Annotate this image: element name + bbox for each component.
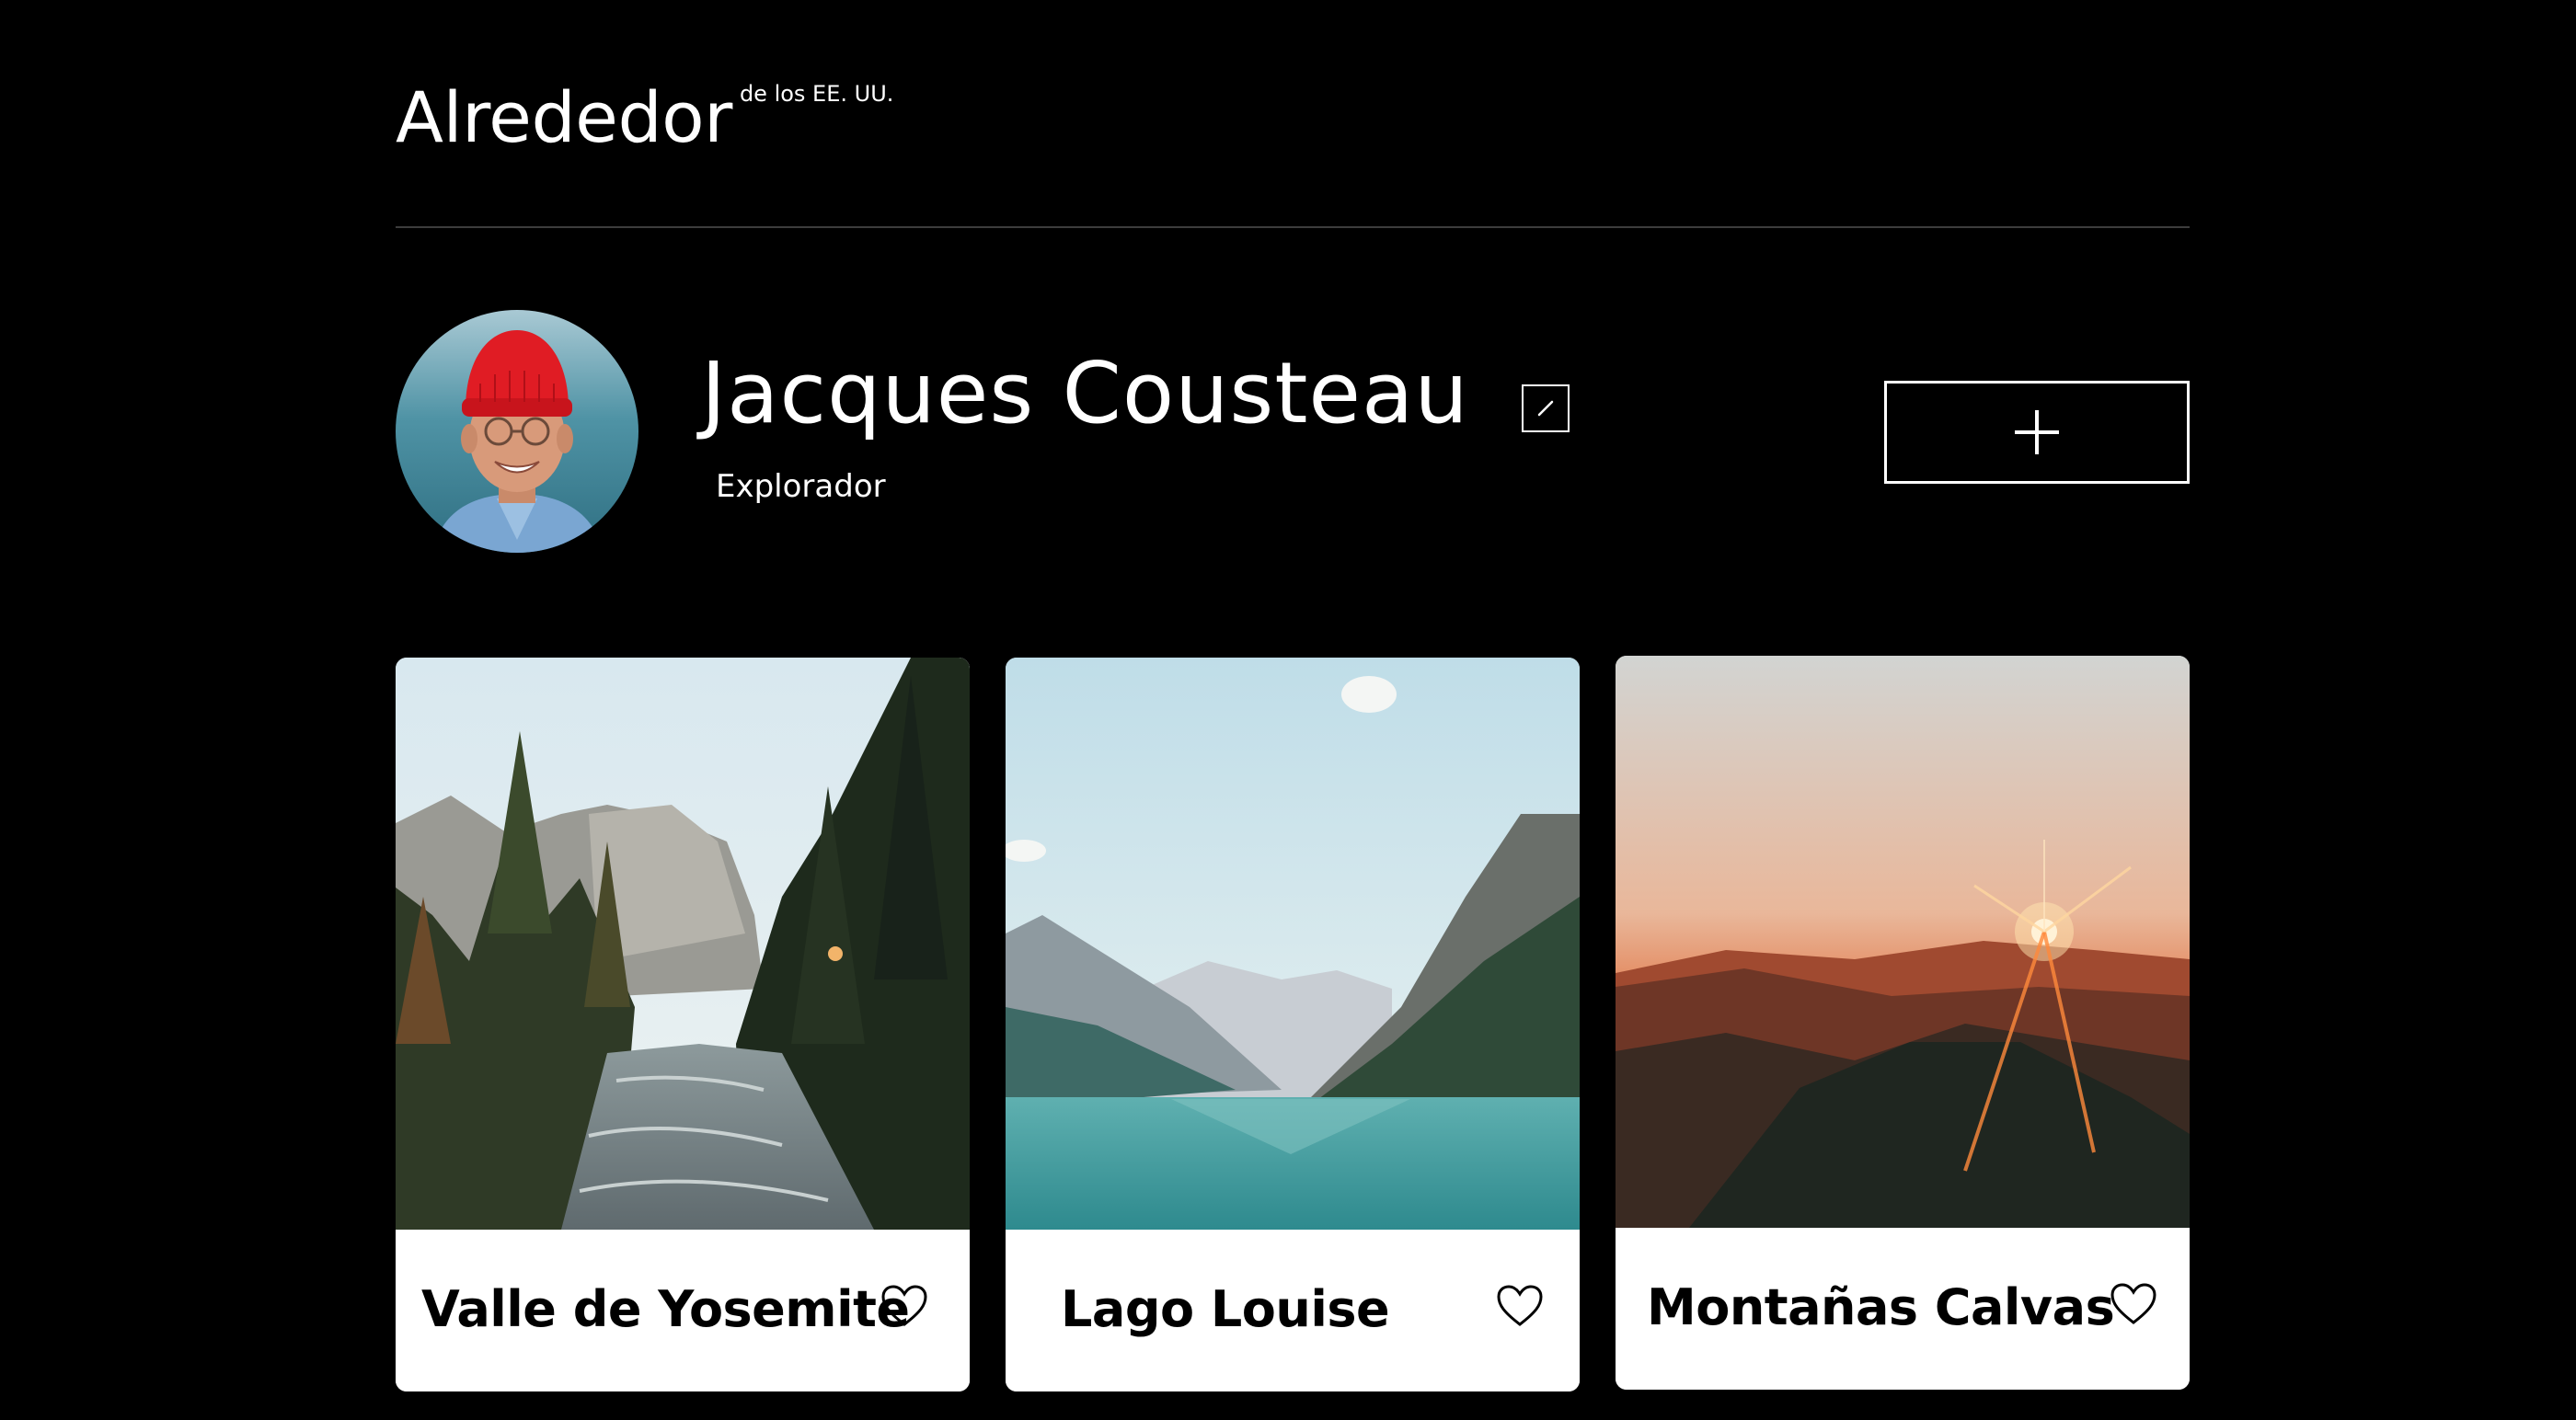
site-header: Alrededor de los EE. UU.	[396, 74, 893, 166]
avatar	[396, 310, 638, 553]
like-button[interactable]	[2109, 1281, 2158, 1327]
like-button[interactable]	[1495, 1283, 1545, 1329]
profile-name: Jacques Cousteau	[701, 344, 1469, 442]
forest-river-photo	[396, 658, 970, 1230]
edit-profile-button[interactable]	[1522, 384, 1570, 432]
heart-icon	[2110, 1283, 2156, 1324]
place-card[interactable]: Lago Louise	[1006, 658, 1580, 1391]
place-card[interactable]: Valle de Yosemite	[396, 658, 970, 1391]
card-title: Lago Louise	[1061, 1280, 1390, 1338]
profile-role: Explorador	[716, 468, 886, 505]
header-divider	[396, 226, 2190, 228]
logo-title: Alrededor	[396, 76, 732, 158]
like-button[interactable]	[880, 1283, 929, 1329]
card-footer: Valle de Yosemite	[396, 1230, 970, 1391]
logo-subtitle: de los EE. UU.	[739, 81, 894, 107]
card-title: Valle de Yosemite	[421, 1280, 910, 1338]
card-footer: Lago Louise	[1006, 1230, 1580, 1391]
card-title: Montañas Calvas	[1647, 1278, 2115, 1336]
add-place-button[interactable]	[1884, 381, 2190, 484]
place-card[interactable]: Montañas Calvas	[1616, 656, 2190, 1390]
page: Alrededor de los EE. UU. Jacques Coustea…	[0, 0, 2576, 1420]
sunset-mountains-photo	[1616, 656, 2190, 1228]
heart-icon	[881, 1285, 927, 1326]
plus-icon	[2015, 410, 2059, 454]
avatar-photo	[396, 310, 638, 553]
heart-icon	[1497, 1285, 1543, 1326]
mountain-lake-photo	[1006, 658, 1580, 1230]
card-footer: Montañas Calvas	[1616, 1228, 2190, 1390]
pencil-icon	[1537, 400, 1554, 417]
